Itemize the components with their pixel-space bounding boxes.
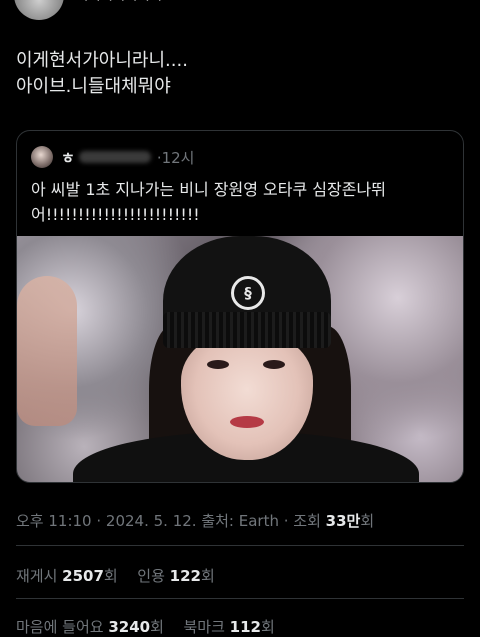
photo-hand [17,276,77,426]
quote-photo[interactable]: § [17,236,463,482]
author-name[interactable]: · · · · · · · [84,0,164,9]
photo-lips [230,416,264,428]
views-count: 33만 [325,512,361,530]
repost-quote-stats: 재게시 2507회 인용 122회 [16,565,215,586]
tweet-text: 이게현서가아니라니.... 아이브.니들대체뭐야 [16,50,188,97]
quote-tweet-card[interactable]: ㅎ ·12시 아 씨발 1초 지나가는 비니 장원영 오타쿠 심장존나뛰어!!!… [16,130,464,483]
bookmarks-unit: 회 [260,618,275,636]
divider-1 [16,545,464,546]
divider-2 [16,598,464,599]
beanie-rib [163,312,331,348]
quotes-unit: 회 [200,567,215,585]
likes-count[interactable]: 3240 [108,618,150,636]
redacted-name [78,151,151,163]
beanie-logo-icon: § [231,276,265,310]
author-avatar[interactable] [14,0,64,20]
photo-eye-left [207,360,229,369]
meta-time-date-source: 오후 11:10 · 2024. 5. 12. 출처: Earth · 조회 [16,512,326,530]
quote-author-name[interactable]: ㅎ [61,147,75,168]
quote-timestamp: ·12시 [156,148,195,167]
reposts-unit: 회 [103,567,118,585]
photo-beanie: § [163,236,331,348]
tweet-meta: 오후 11:10 · 2024. 5. 12. 출처: Earth · 조회 3… [16,510,374,531]
bookmarks-count[interactable]: 112 [230,618,261,636]
quote-header: ㅎ ·12시 [31,145,194,169]
like-bookmark-stats: 마음에 들어요 3240회 북마크 112회 [16,616,275,637]
quotes-count[interactable]: 122 [170,567,201,585]
reposts-label[interactable]: 재게시 [16,567,62,585]
quote-text: 아 씨발 1초 지나가는 비니 장원영 오타쿠 심장존나뛰어!!!!!!!!!!… [31,180,386,224]
photo-eye-right [263,360,285,369]
likes-label[interactable]: 마음에 들어요 [16,618,108,636]
likes-unit: 회 [150,618,164,636]
quote-author-avatar[interactable] [31,146,53,168]
bookmarks-label[interactable]: 북마크 [183,618,229,636]
quotes-label[interactable]: 인용 [137,567,169,585]
reposts-count[interactable]: 2507 [62,567,104,585]
views-unit: 회 [360,512,375,530]
